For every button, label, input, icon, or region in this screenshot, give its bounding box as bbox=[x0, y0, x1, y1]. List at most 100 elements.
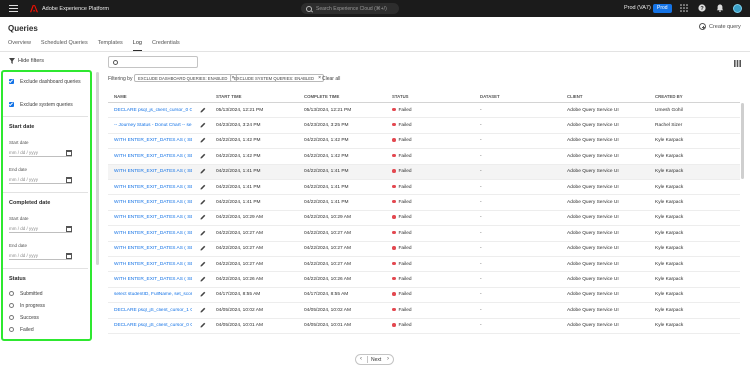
exclude-system-checkbox[interactable] bbox=[9, 102, 14, 107]
notifications-bell-icon[interactable] bbox=[716, 4, 724, 12]
edit-pencil-icon[interactable] bbox=[200, 230, 206, 236]
query-name-link[interactable]: WITH ENTER_EXIT_DATES AS ( SELE bbox=[114, 169, 192, 174]
previous-page-chevron-icon[interactable]: ‹ bbox=[360, 356, 362, 362]
start-date-end-input[interactable]: mm / dd / yyyy bbox=[9, 175, 72, 184]
tab-credentials[interactable]: Credentials bbox=[152, 40, 180, 51]
tab-log[interactable]: Log bbox=[132, 40, 142, 51]
query-name-link[interactable]: WITH ENTER_EXIT_DATES AS ( SELE bbox=[114, 277, 192, 282]
calendar-icon[interactable] bbox=[66, 176, 72, 183]
edit-pencil-icon[interactable] bbox=[200, 245, 206, 251]
edit-pencil-icon[interactable] bbox=[200, 122, 206, 128]
edit-pencil-icon[interactable] bbox=[200, 291, 206, 297]
edit-pencil-icon[interactable] bbox=[200, 107, 206, 113]
query-name-link[interactable]: -- Journey Status - Donut Chart -- se bbox=[114, 123, 192, 128]
status-submitted-radio[interactable] bbox=[9, 291, 14, 296]
hide-filters-label: Hide filters bbox=[18, 58, 44, 64]
user-avatar[interactable] bbox=[733, 4, 742, 13]
query-name-link[interactable]: DECLARE psql_jS_client_cursor_1 CU bbox=[114, 308, 192, 313]
tab-templates[interactable]: Templates bbox=[98, 40, 123, 51]
table-row[interactable]: WITH ENTER_EXIT_DATES AS ( SELE 04/22/202… bbox=[108, 180, 740, 196]
clear-all-button[interactable]: Clear all bbox=[322, 76, 340, 82]
table-row[interactable]: WITH ENTER_EXIT_DATES AS ( SELE 04/22/202… bbox=[108, 195, 740, 211]
query-name-link[interactable]: WITH ENTER_EXIT_DATES AS ( SELE bbox=[114, 231, 192, 236]
column-settings-icon[interactable] bbox=[734, 60, 741, 67]
table-row[interactable]: DECLARE psql_jS_client_cursor_1 CU 04/05/… bbox=[108, 303, 740, 319]
table-search-input[interactable] bbox=[108, 56, 198, 68]
table-row[interactable]: WITH ENTER_EXIT_DATES AS ( SELE 04/22/202… bbox=[108, 226, 740, 242]
tab-scheduled-queries[interactable]: Scheduled Queries bbox=[41, 40, 88, 51]
client-cell: Adobe Query Service UI bbox=[567, 230, 619, 236]
column-header-start-time[interactable]: START TIME bbox=[216, 94, 241, 99]
edit-pencil-icon[interactable] bbox=[200, 276, 206, 282]
calendar-icon[interactable] bbox=[66, 149, 72, 156]
edit-pencil-icon[interactable] bbox=[200, 322, 206, 328]
remove-tag-icon[interactable]: × bbox=[318, 75, 321, 82]
status-success-radio[interactable] bbox=[9, 315, 14, 320]
status-label: Failed bbox=[398, 153, 412, 159]
edit-pencil-icon[interactable] bbox=[200, 153, 206, 159]
query-name-link[interactable]: DECLARE psql_js_client_cursor_0 CU bbox=[114, 108, 192, 113]
column-header-dataset[interactable]: DATASET bbox=[480, 94, 500, 99]
completed-date-start-input[interactable]: mm / dd / yyyy bbox=[9, 224, 72, 233]
menu-icon[interactable] bbox=[9, 5, 18, 12]
query-name-link[interactable]: WITH ENTER_EXIT_DATES AS ( SELE bbox=[114, 200, 192, 205]
query-name-link[interactable]: WITH ENTER_EXIT_DATES AS ( SELE bbox=[114, 185, 192, 190]
help-icon[interactable]: ? bbox=[698, 4, 706, 12]
column-header-name[interactable]: NAME bbox=[114, 94, 127, 99]
table-row[interactable]: WITH ENTER_EXIT_DATES AS ( SELE 04/22/202… bbox=[108, 211, 740, 227]
edit-pencil-icon[interactable] bbox=[200, 184, 206, 190]
table-row[interactable]: WITH ENTER_EXIT_DATES AS ( SELE 04/22/202… bbox=[108, 164, 740, 180]
table-scrollbar[interactable] bbox=[741, 103, 744, 179]
next-page-chevron-icon[interactable]: › bbox=[387, 356, 389, 362]
column-header-created-by[interactable]: CREATED BY bbox=[655, 94, 683, 99]
tab-overview[interactable]: Overview bbox=[8, 40, 31, 51]
apps-grid-icon[interactable] bbox=[680, 4, 688, 12]
create-query-button[interactable]: Create query bbox=[699, 23, 741, 30]
next-page-button[interactable]: Next bbox=[371, 357, 381, 363]
column-header-complete-time[interactable]: COMPLETE TIME bbox=[304, 94, 339, 99]
hide-filters-button[interactable]: Hide filters bbox=[9, 58, 44, 64]
calendar-icon[interactable] bbox=[66, 225, 72, 232]
edit-pencil-icon[interactable] bbox=[200, 168, 206, 174]
org-switcher[interactable]: Prod (VA7) bbox=[624, 5, 651, 11]
edit-pencil-icon[interactable] bbox=[200, 214, 206, 220]
edit-pencil-icon[interactable] bbox=[200, 199, 206, 205]
start-date-start-input[interactable]: mm / dd / yyyy bbox=[9, 148, 72, 157]
column-header-status[interactable]: STATUS bbox=[392, 94, 409, 99]
filter-panel-scrollbar[interactable] bbox=[96, 72, 99, 265]
table-row[interactable]: WITH ENTER_EXIT_DATES AS ( SELE 04/22/202… bbox=[108, 149, 740, 165]
table-row[interactable]: DECLARE psql_jS_client_cursor_0 CU 04/05/… bbox=[108, 319, 740, 334]
query-name-link[interactable]: WITH ENTER_EXIT_DATES AS ( SELE bbox=[114, 138, 192, 143]
table-row[interactable]: DECLARE psql_js_client_cursor_0 CU 05/13/… bbox=[108, 103, 740, 119]
edit-pencil-icon[interactable] bbox=[200, 137, 206, 143]
table-row[interactable]: WITH ENTER_EXIT_DATES AS ( SELE 04/22/202… bbox=[108, 242, 740, 257]
query-name-link[interactable]: WITH ENTER_EXIT_DATES AS ( SELE bbox=[114, 154, 192, 159]
start-time-cell: 04/22/2024, 1:42 PM bbox=[216, 153, 261, 159]
column-header-client[interactable]: CLIENT bbox=[567, 94, 583, 99]
completed-date-end-input[interactable]: mm / dd / yyyy bbox=[9, 251, 72, 260]
adobe-logo-icon[interactable] bbox=[30, 4, 38, 13]
query-name-link[interactable]: WITH ENTER_EXIT_DATES AS ( SELE bbox=[114, 246, 192, 251]
table-row[interactable]: select studentID, FullName, set_scor 04/1… bbox=[108, 288, 740, 304]
table-row[interactable]: WITH ENTER_EXIT_DATES AS ( SELE 04/22/202… bbox=[108, 257, 740, 273]
query-name-link[interactable]: WITH ENTER_EXIT_DATES AS ( SELE bbox=[114, 215, 192, 220]
created-by-cell: Rachel Sizer bbox=[655, 122, 683, 128]
calendar-icon[interactable] bbox=[66, 252, 72, 259]
filter-tag-dashboard[interactable]: EXCLUDE DASHBOARD QUERIES: ENABLED × bbox=[134, 74, 238, 82]
table-row[interactable]: WITH ENTER_EXIT_DATES AS ( SELE 04/22/202… bbox=[108, 272, 740, 288]
status-failed-radio[interactable] bbox=[9, 327, 14, 332]
filter-tag-system[interactable]: EXCLUDE SYSTEM QUERIES: ENABLED × bbox=[230, 74, 325, 82]
status-in-progress-radio[interactable] bbox=[9, 303, 14, 308]
global-search-input[interactable]: Search Experience Cloud (⌘+/) bbox=[301, 3, 399, 14]
query-name-link[interactable]: DECLARE psql_jS_client_cursor_0 CU bbox=[114, 323, 192, 328]
sandbox-badge[interactable]: Prod bbox=[653, 4, 672, 13]
status-cell: Failed bbox=[392, 323, 412, 328]
exclude-dashboard-checkbox[interactable] bbox=[9, 79, 14, 84]
query-name-link[interactable]: select studentID, FullName, set_scor bbox=[114, 292, 192, 297]
app-brand[interactable]: Adobe Experience Platform bbox=[42, 6, 109, 12]
edit-pencil-icon[interactable] bbox=[200, 261, 206, 267]
query-name-link[interactable]: WITH ENTER_EXIT_DATES AS ( SELE bbox=[114, 262, 192, 267]
table-row[interactable]: -- Journey Status - Donut Chart -- se 04/… bbox=[108, 118, 740, 134]
table-row[interactable]: WITH ENTER_EXIT_DATES AS ( SELE 04/22/202… bbox=[108, 134, 740, 150]
edit-pencil-icon[interactable] bbox=[200, 307, 206, 313]
